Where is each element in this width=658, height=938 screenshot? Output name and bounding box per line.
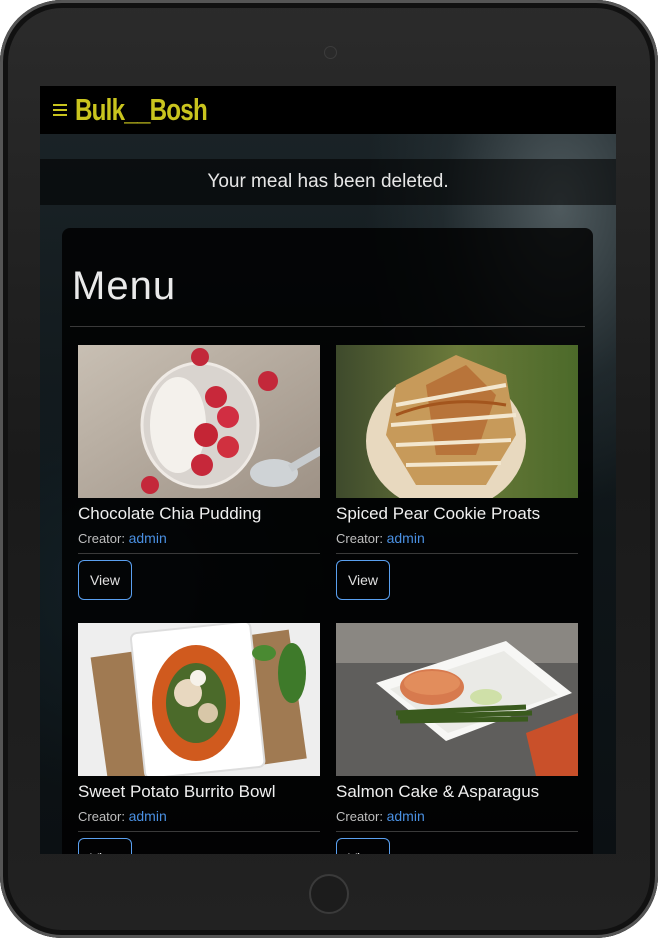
hamburger-icon[interactable]: [53, 104, 67, 116]
menu-panel: Menu Chocolate Chia Pudding Creator: adm…: [62, 228, 593, 854]
meal-name: Sweet Potato Burrito Bowl: [78, 782, 276, 801]
camera-icon: [324, 46, 337, 59]
creator-label: Creator:: [336, 531, 383, 546]
title-divider: [70, 326, 585, 327]
tablet-frame: Bulk__Bosh Your meal has been deleted. M…: [0, 0, 658, 938]
brand-logo[interactable]: Bulk__Bosh: [75, 92, 208, 128]
meal-creator: Creator: admin: [336, 808, 578, 824]
view-button[interactable]: View: [78, 560, 132, 600]
creator-link[interactable]: admin: [129, 530, 167, 546]
navbar: Bulk__Bosh: [40, 86, 616, 134]
meal-card: Sweet Potato Burrito Bowl Creator: admin…: [78, 623, 320, 854]
meal-image: [78, 623, 320, 776]
meal-creator: Creator: admin: [78, 530, 320, 546]
view-button[interactable]: View: [336, 560, 390, 600]
meal-image: [336, 345, 578, 498]
view-button[interactable]: View: [336, 838, 390, 854]
meal-creator: Creator: admin: [336, 530, 578, 546]
meal-card: Chocolate Chia Pudding Creator: admin Vi…: [78, 345, 320, 600]
view-button[interactable]: View: [78, 838, 132, 854]
creator-label: Creator:: [78, 809, 125, 824]
page-title: Menu: [72, 264, 177, 308]
creator-link[interactable]: admin: [387, 530, 425, 546]
creator-link[interactable]: admin: [129, 808, 167, 824]
meal-image: [78, 345, 320, 498]
creator-label: Creator:: [78, 531, 125, 546]
card-divider: [78, 831, 320, 832]
card-divider: [336, 553, 578, 554]
deleted-alert: Your meal has been deleted.: [40, 159, 616, 205]
home-button[interactable]: [309, 874, 349, 914]
meal-creator: Creator: admin: [78, 808, 320, 824]
creator-label: Creator:: [336, 809, 383, 824]
creator-link[interactable]: admin: [387, 808, 425, 824]
meal-name: Spiced Pear Cookie Proats: [336, 504, 541, 523]
app-screen: Bulk__Bosh Your meal has been deleted. M…: [40, 86, 616, 854]
meal-name: Chocolate Chia Pudding: [78, 504, 262, 523]
card-divider: [336, 831, 578, 832]
meal-card: Spiced Pear Cookie Proats Creator: admin…: [336, 345, 578, 600]
card-divider: [78, 553, 320, 554]
meal-name: Salmon Cake & Asparagus: [336, 782, 540, 801]
meal-card: Salmon Cake & Asparagus Creator: admin V…: [336, 623, 578, 854]
meal-image: [336, 623, 578, 776]
